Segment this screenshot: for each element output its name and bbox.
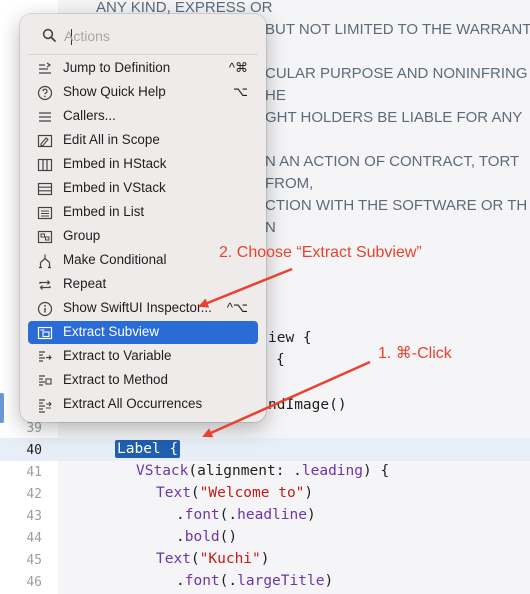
change-marker [0, 393, 4, 423]
annotation-step-2: 2. Choose “Extract Subview” [219, 244, 422, 261]
edit-all-in-scope-icon [37, 134, 53, 148]
menu-item-extract-all-occurrences[interactable]: Extract All Occurrences [28, 393, 258, 416]
menu-item-jump-to-definition[interactable]: Jump to Definition ^⌘ [28, 57, 258, 80]
line-number: 42 [26, 487, 42, 502]
menu-item-label: Extract to Method [63, 372, 168, 387]
action-search[interactable] [30, 22, 256, 50]
code-line[interactable]: Text("Welcome to") [156, 485, 313, 501]
annotation-step-1: 1. ⌘-Click [378, 345, 452, 362]
repeat-icon [39, 280, 51, 290]
swiftui-inspector-icon [37, 301, 53, 317]
menu-item-label: Jump to Definition [63, 60, 171, 75]
extract-method-icon [39, 375, 52, 386]
callers-icon [39, 112, 51, 122]
action-context-menu[interactable]: Jump to Definition ^⌘ Show Quick Help ⌥ … [20, 14, 266, 422]
menu-item-label: Embed in List [63, 204, 145, 219]
code-line[interactable]: Text("Kuchi") [156, 551, 270, 567]
code-line[interactable]: Label { [115, 440, 181, 458]
license-line: BUT NOT LIMITED TO THE WARRANT [265, 21, 530, 38]
menu-item-show-swiftui-inspector[interactable]: Show SwiftUI Inspector... ^⌥ [28, 297, 258, 320]
make-conditional-icon [39, 254, 51, 269]
menu-item-label: Repeat [63, 276, 107, 291]
code-fragment: { [276, 352, 285, 368]
embed-vstack-icon [37, 182, 53, 196]
menu-item-shortcut: ^⌥ [226, 300, 248, 315]
license-line: GHT HOLDERS BE LIABLE FOR ANY [265, 109, 523, 126]
menu-item-show-quick-help[interactable]: Show Quick Help ⌥ [28, 81, 258, 104]
menu-item-label: Extract Subview [63, 324, 160, 339]
menu-item-label: Edit All in Scope [63, 132, 160, 147]
menu-item-label: Show SwiftUI Inspector... [63, 300, 212, 315]
extract-all-occurrences-icon [39, 399, 52, 413]
license-line: CTION WITH THE SOFTWARE OR TH [265, 197, 528, 214]
embed-hstack-icon [37, 158, 53, 172]
menu-item-shortcut: ⌥ [233, 84, 248, 99]
menu-item-label: Make Conditional [63, 252, 167, 267]
code-line[interactable]: .bold() [176, 529, 237, 545]
menu-item-edit-all-in-scope[interactable]: Edit All in Scope [28, 129, 258, 152]
license-line: CULAR PURPOSE AND NONINFRING [265, 65, 528, 82]
code-fragment: ndImage() [268, 397, 347, 413]
menu-item-label: Embed in HStack [63, 156, 167, 171]
code-fragment: iew { [268, 330, 312, 346]
line-number: 39 [26, 421, 42, 436]
menu-item-label: Group [63, 228, 101, 243]
line-number: 44 [26, 531, 42, 546]
jump-to-definition-icon [39, 62, 52, 74]
menu-item-label: Extract to Variable [63, 348, 172, 363]
extract-variable-icon [39, 351, 52, 362]
menu-separator [28, 54, 258, 55]
selected-code[interactable]: Label { [115, 440, 181, 458]
extract-subview-icon [37, 326, 53, 340]
menu-item-label: Embed in VStack [63, 180, 166, 195]
license-line: FROM, [265, 175, 314, 192]
line-number: 45 [26, 553, 42, 568]
line-number: 46 [26, 575, 42, 590]
menu-item-embed-in-hstack[interactable]: Embed in HStack [28, 153, 258, 176]
menu-item-extract-subview[interactable]: Extract Subview [28, 321, 258, 344]
code-line[interactable]: .font(.headline) [176, 507, 316, 523]
search-icon [42, 28, 56, 42]
license-line: N [265, 219, 276, 236]
quick-help-icon [37, 85, 53, 101]
menu-item-extract-to-variable[interactable]: Extract to Variable [28, 345, 258, 368]
menu-item-extract-to-method[interactable]: Extract to Method [28, 369, 258, 392]
menu-item-embed-in-vstack[interactable]: Embed in VStack [28, 177, 258, 200]
menu-item-label: Show Quick Help [63, 84, 166, 99]
code-line[interactable]: VStack(alignment: .leading) { [136, 463, 389, 479]
menu-item-shortcut: ^⌘ [228, 60, 248, 75]
current-line-highlight [0, 438, 530, 461]
license-line: HE [265, 87, 286, 104]
menu-item-label: Callers... [63, 108, 116, 123]
search-input[interactable] [64, 24, 244, 48]
menu-item-embed-in-list[interactable]: Embed in List [28, 201, 258, 224]
menu-item-label: Extract All Occurrences [63, 396, 203, 411]
code-line[interactable]: .font(.largeTitle) [176, 573, 333, 589]
license-line: N AN ACTION OF CONTRACT, TORT [265, 153, 520, 170]
menu-item-repeat[interactable]: Repeat [28, 273, 258, 296]
group-icon [37, 230, 53, 244]
embed-list-icon [37, 206, 53, 220]
line-number: 43 [26, 509, 42, 524]
line-number-current: 40 [26, 443, 42, 458]
line-number: 41 [26, 465, 42, 480]
menu-item-callers[interactable]: Callers... [28, 105, 258, 128]
